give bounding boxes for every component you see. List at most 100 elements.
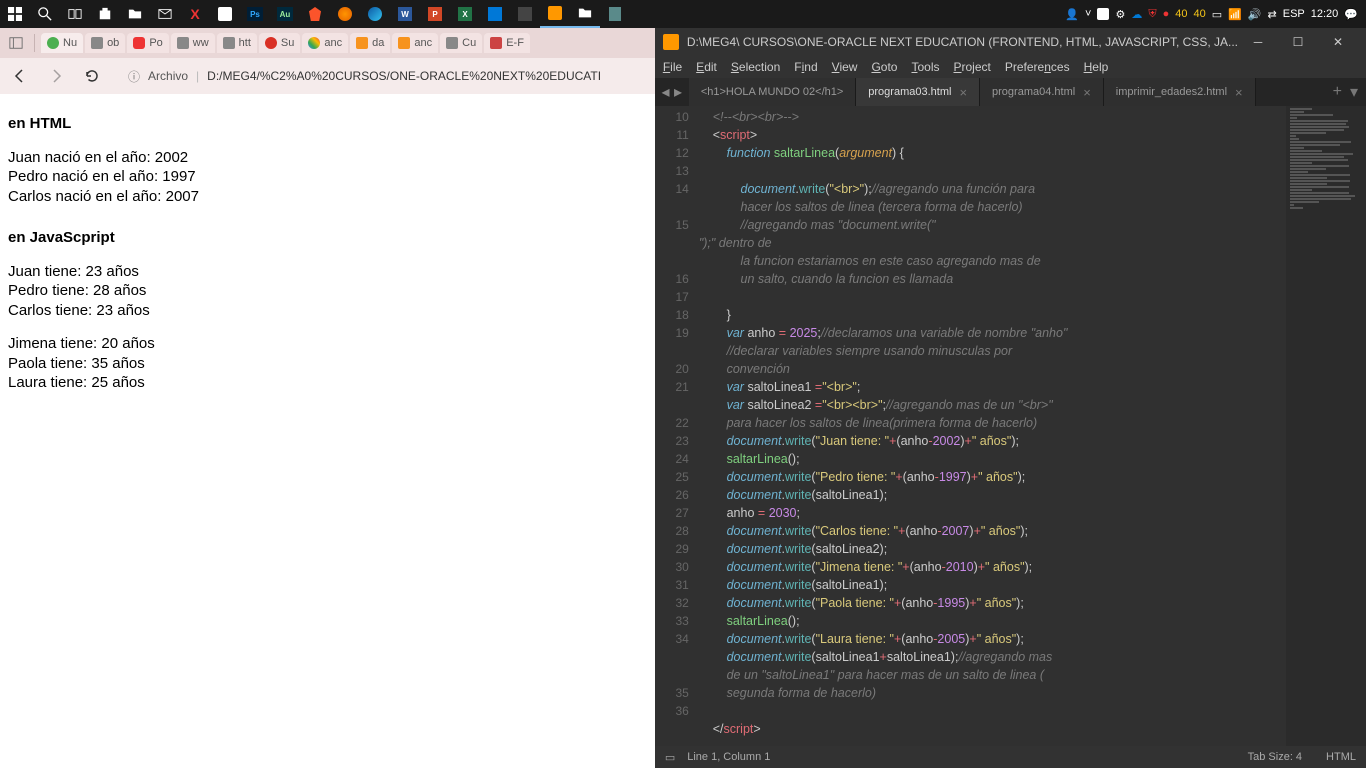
browser-tab[interactable]: Su xyxy=(259,33,300,53)
app-word-icon[interactable]: W xyxy=(390,0,420,28)
editor-tab[interactable]: programa03.html× xyxy=(856,78,980,106)
tray-app2-icon[interactable]: ⚙ xyxy=(1115,8,1125,21)
content-heading: en JavaScpript xyxy=(8,228,647,248)
sidebar-toggle-icon[interactable] xyxy=(4,29,28,57)
browser-tab[interactable]: ob xyxy=(85,33,125,53)
tray-clock[interactable]: 12:20 xyxy=(1311,8,1339,20)
app-edge-icon[interactable] xyxy=(360,0,390,28)
editor-tab[interactable]: <h1>HOLA MUNDO 02</h1> xyxy=(689,78,856,106)
tab-history-nav[interactable]: ◂ ▸ xyxy=(655,78,689,106)
app-folder-icon[interactable] xyxy=(570,0,600,28)
browser-tab[interactable]: E-F xyxy=(484,33,530,53)
tray-sync-icon[interactable]: ⇄ xyxy=(1268,8,1277,21)
tray-app1-icon[interactable] xyxy=(1097,8,1109,20)
sublime-titlebar[interactable]: D:\MEG4\ CURSOS\ONE-ORACLE NEXT EDUCATIO… xyxy=(655,28,1366,56)
app-excel-icon[interactable]: X xyxy=(450,0,480,28)
app-firefox-icon[interactable] xyxy=(330,0,360,28)
sublime-menubar: File Edit Selection Find View Goto Tools… xyxy=(655,56,1366,78)
app-notion-icon[interactable] xyxy=(210,0,240,28)
status-cursor[interactable]: Line 1, Column 1 xyxy=(687,751,770,763)
editor-tab[interactable]: imprimir_edades2.html× xyxy=(1104,78,1256,106)
browser-tab[interactable]: ww xyxy=(171,33,215,53)
task-view-icon[interactable] xyxy=(60,0,90,28)
menu-help[interactable]: Help xyxy=(1084,60,1109,74)
close-button[interactable]: ✕ xyxy=(1318,28,1358,56)
browser-window: Nu ob Po ww htt Su anc da anc Cu E-F ⓘ A… xyxy=(0,28,655,768)
app-unknown-icon[interactable] xyxy=(510,0,540,28)
minimize-button[interactable]: ─ xyxy=(1238,28,1278,56)
browser-toolbar: ⓘ Archivo | D:/MEG4/%C2%A0%20CURSOS/ONE-… xyxy=(0,58,655,94)
browser-tab[interactable]: anc xyxy=(392,33,438,53)
start-button[interactable] xyxy=(0,0,30,28)
menu-view[interactable]: View xyxy=(832,60,858,74)
search-icon[interactable] xyxy=(30,0,60,28)
info-icon: ⓘ xyxy=(128,68,140,85)
tray-battery-icon[interactable]: ▭ xyxy=(1212,8,1222,21)
browser-tab[interactable]: Nu xyxy=(41,33,83,53)
browser-tab[interactable]: anc xyxy=(302,33,348,53)
tray-temp1: 40 xyxy=(1175,8,1187,20)
menu-goto[interactable]: Goto xyxy=(871,60,897,74)
app-x-icon[interactable]: X xyxy=(180,0,210,28)
close-icon[interactable]: × xyxy=(1083,85,1091,100)
addr-path: D:/MEG4/%C2%A0%20CURSOS/ONE-ORACLE%20NEX… xyxy=(207,69,601,83)
app-ps-icon[interactable]: Ps xyxy=(240,0,270,28)
content-line: Juan tiene: 23 años xyxy=(8,262,647,282)
tray-av-icon[interactable]: ● xyxy=(1163,8,1170,20)
forward-button[interactable] xyxy=(46,66,66,86)
reload-button[interactable] xyxy=(82,66,102,86)
code-content[interactable]: <!--<br><br>--> <script> function saltar… xyxy=(699,106,1286,746)
status-tabsize[interactable]: Tab Size: 4 xyxy=(1248,751,1302,763)
address-bar[interactable]: ⓘ Archivo | D:/MEG4/%C2%A0%20CURSOS/ONE-… xyxy=(118,63,645,89)
browser-tab[interactable]: Cu xyxy=(440,33,482,53)
tray-volume-icon[interactable]: 🔊 xyxy=(1248,8,1262,21)
back-button[interactable] xyxy=(10,66,30,86)
panel-toggle-icon[interactable]: ▭ xyxy=(665,751,675,764)
tray-chevron-icon[interactable]: ˅ xyxy=(1085,8,1091,20)
app-vscode-icon[interactable] xyxy=(480,0,510,28)
content-line: Carlos tiene: 23 años xyxy=(8,301,647,321)
tray-security-icon[interactable]: ⛨ xyxy=(1148,8,1156,21)
app-au-icon[interactable]: Au xyxy=(270,0,300,28)
editor-area[interactable]: 1011121314 15 16171819 2021 222324252627… xyxy=(655,106,1366,746)
tray-lang[interactable]: ESP xyxy=(1283,8,1305,20)
app-ppt-icon[interactable]: P xyxy=(420,0,450,28)
app-mail-icon[interactable] xyxy=(150,0,180,28)
sublime-app-icon xyxy=(663,34,679,50)
menu-preferences[interactable]: Preferences xyxy=(1005,60,1070,74)
sublime-window: D:\MEG4\ CURSOS\ONE-ORACLE NEXT EDUCATIO… xyxy=(655,28,1366,768)
new-tab-button[interactable]: + xyxy=(1333,83,1342,101)
menu-file[interactable]: File xyxy=(663,60,682,74)
menu-edit[interactable]: Edit xyxy=(696,60,717,74)
menu-project[interactable]: Project xyxy=(954,60,991,74)
browser-tab[interactable]: htt xyxy=(217,33,257,53)
app-explorer-icon[interactable] xyxy=(120,0,150,28)
maximize-button[interactable]: ☐ xyxy=(1278,28,1318,56)
tab-menu-button[interactable]: ▾ xyxy=(1350,82,1358,102)
app-calc-icon[interactable] xyxy=(600,0,630,28)
browser-tab-strip: Nu ob Po ww htt Su anc da anc Cu E-F xyxy=(0,28,655,58)
tray-wifi-icon[interactable]: 📶 xyxy=(1228,8,1242,21)
content-line: Carlos nació en el año: 2007 xyxy=(8,187,647,207)
tray-temp2: 40 xyxy=(1193,8,1205,20)
menu-tools[interactable]: Tools xyxy=(911,60,939,74)
app-brave-icon[interactable] xyxy=(300,0,330,28)
app-store-icon[interactable] xyxy=(90,0,120,28)
browser-tab[interactable]: da xyxy=(350,33,390,53)
sublime-tab-strip: ◂ ▸ <h1>HOLA MUNDO 02</h1> programa03.ht… xyxy=(655,78,1366,106)
editor-tab[interactable]: programa04.html× xyxy=(980,78,1104,106)
menu-find[interactable]: Find xyxy=(794,60,817,74)
minimap[interactable] xyxy=(1286,106,1366,746)
browser-viewport: en HTML Juan nació en el año: 2002 Pedro… xyxy=(0,94,655,768)
line-gutter: 1011121314 15 16171819 2021 222324252627… xyxy=(655,106,699,746)
menu-selection[interactable]: Selection xyxy=(731,60,780,74)
tray-notifications-icon[interactable]: 💬 xyxy=(1344,8,1358,21)
content-line: Laura tiene: 25 años xyxy=(8,373,647,393)
app-sublime-icon[interactable] xyxy=(540,0,570,28)
tray-people-icon[interactable]: 👤 xyxy=(1065,8,1079,21)
close-icon[interactable]: × xyxy=(959,85,967,100)
tray-onedrive-icon[interactable]: ☁ xyxy=(1131,8,1142,21)
close-icon[interactable]: × xyxy=(1235,85,1243,100)
browser-tab[interactable]: Po xyxy=(127,33,168,53)
status-syntax[interactable]: HTML xyxy=(1326,751,1356,763)
